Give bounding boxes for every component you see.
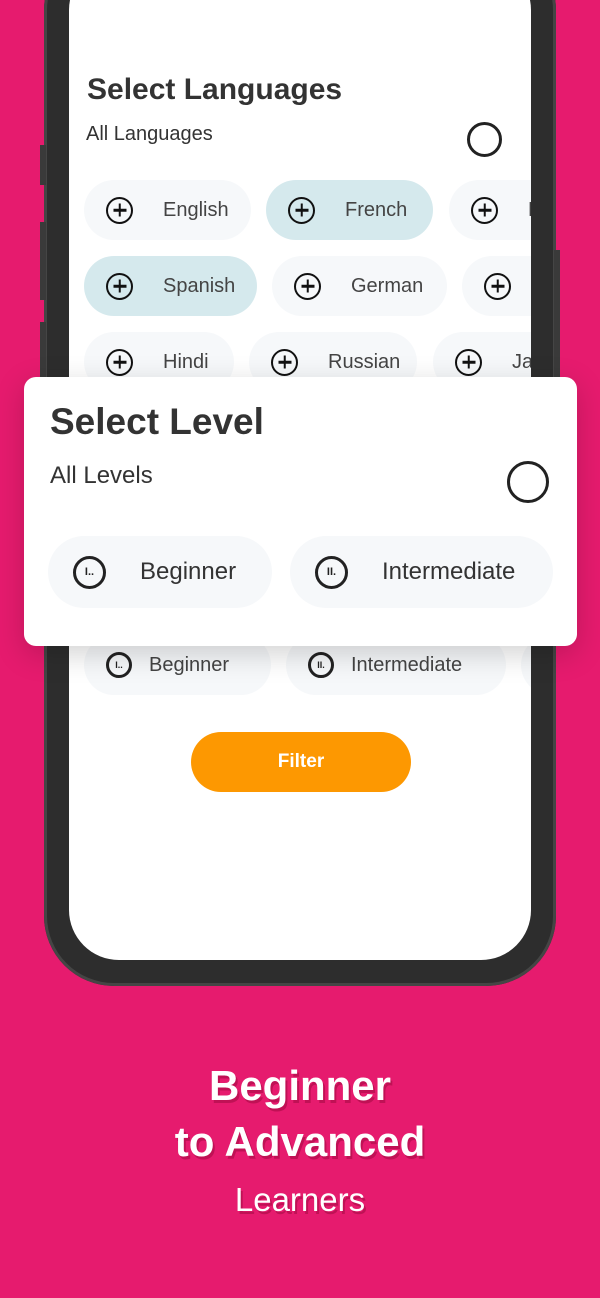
chip-label: Beginner <box>149 653 230 676</box>
chip-label: Intermediate <box>351 653 463 676</box>
chip-label: Russian <box>328 350 401 373</box>
plus-circle-icon <box>106 348 133 376</box>
level-two-icon: II. <box>315 555 348 589</box>
chip-label: Beginner <box>140 558 237 585</box>
language-chip-spanish[interactable]: Spanish <box>84 256 257 316</box>
level-title: Select Level <box>50 401 264 442</box>
level-one-icon: I.. <box>73 555 106 589</box>
chip-label: German <box>351 274 424 297</box>
level-one-icon: I.. <box>106 652 132 678</box>
all-levels-radio[interactable] <box>507 461 549 503</box>
plus-circle-icon <box>288 196 315 224</box>
plus-circle-icon <box>484 272 511 300</box>
language-chip-english[interactable]: English <box>84 180 251 240</box>
tagline-line-2: to Advanced <box>174 1118 426 1165</box>
plus-circle-icon <box>106 272 133 300</box>
chip-label: Intermediate <box>382 558 516 585</box>
select-level-card: Select Level All Levels I.. Beginner II.… <box>24 377 577 646</box>
tagline-headline: Beginner to Advanced <box>0 1060 600 1168</box>
chip-label: Hindi <box>163 350 209 373</box>
chip-label: Spanish <box>163 274 236 297</box>
plus-circle-icon <box>471 196 498 224</box>
all-languages-label: All Languages <box>86 123 213 145</box>
level-chip-intermediate[interactable]: II. Intermediate <box>290 536 553 608</box>
plus-circle-icon <box>455 348 482 376</box>
chip-label: E <box>528 199 531 222</box>
phone-side-button <box>40 222 46 300</box>
all-levels-label: All Levels <box>50 462 153 489</box>
plus-circle-icon <box>106 196 133 224</box>
language-chip-french[interactable]: French <box>266 180 433 240</box>
all-languages-radio[interactable] <box>467 122 502 157</box>
level-chip-beginner[interactable]: I.. Beginner <box>48 536 272 608</box>
plus-circle-icon <box>294 272 321 300</box>
phone-side-button <box>40 322 46 382</box>
language-chip-partial[interactable] <box>462 256 531 316</box>
languages-title: Select Languages <box>87 73 343 106</box>
tagline-subtitle: Learners <box>234 1181 366 1218</box>
tagline-line-1: Beginner <box>208 1062 392 1109</box>
filter-button[interactable]: Filter <box>191 732 411 792</box>
chip-label: French <box>345 198 408 221</box>
plus-circle-icon <box>271 348 298 376</box>
phone-side-button <box>554 250 560 380</box>
language-chip-german[interactable]: German <box>272 256 447 316</box>
phone-side-button <box>40 145 46 185</box>
level-two-icon: II. <box>308 652 334 678</box>
chip-label: Ja <box>512 350 531 373</box>
chip-label: English <box>163 198 229 221</box>
language-chip-partial[interactable]: E <box>449 180 531 240</box>
